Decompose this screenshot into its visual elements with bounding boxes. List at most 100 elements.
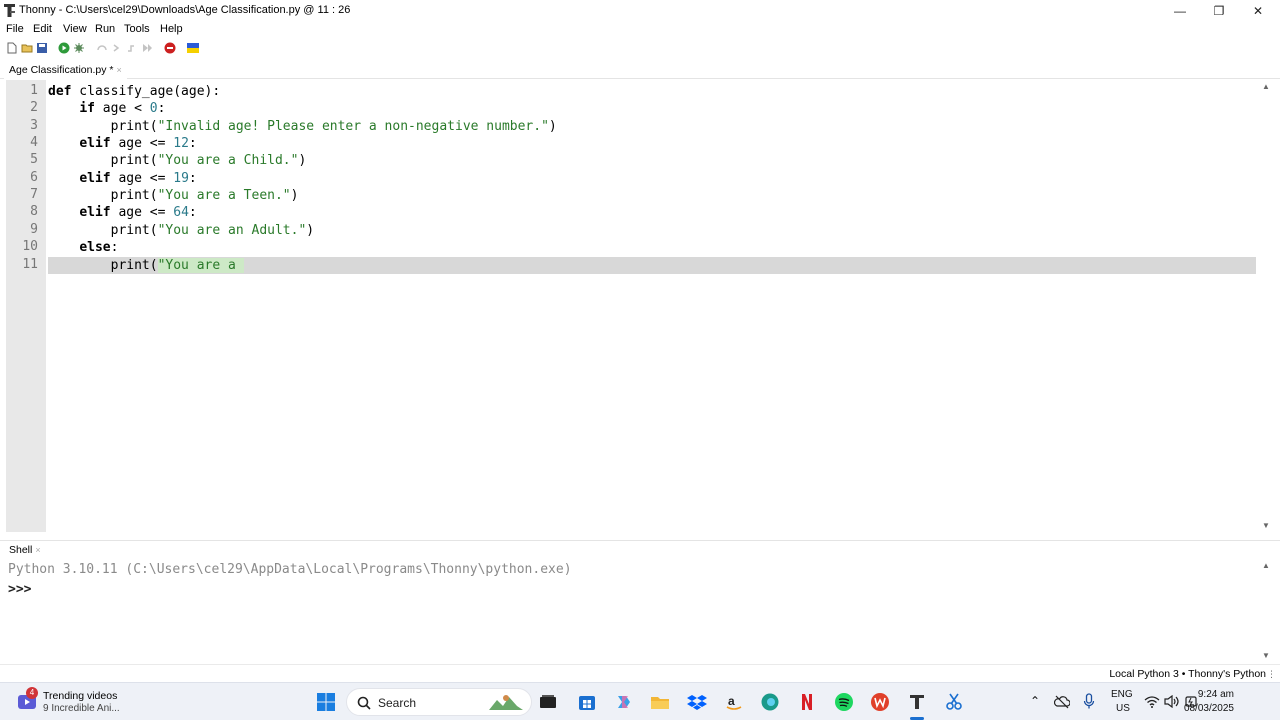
ukraine-flag-icon[interactable] <box>187 42 199 54</box>
clock-date[interactable]: 08/03/2025 <box>1184 703 1234 714</box>
code-line: if age < 0: <box>79 101 166 116</box>
volume-icon[interactable] <box>1164 695 1180 708</box>
menu-help[interactable]: Help <box>160 23 183 35</box>
close-button[interactable]: ✕ <box>1238 0 1278 21</box>
shell-prompt[interactable]: >>> <box>8 582 31 597</box>
minimize-button[interactable]: — <box>1160 0 1200 21</box>
scroll-up-arrow-icon[interactable]: ▲ <box>1262 561 1270 570</box>
editor-tab-strip: Age Classification.py * × <box>0 61 1280 79</box>
restore-button[interactable]: ❐ <box>1199 0 1239 21</box>
code-editor[interactable]: 1 2 3 4 5 6 7 8 9 10 11 def classify_age… <box>0 80 1280 532</box>
window-title: Thonny - C:\Users\cel29\Downloads\Age Cl… <box>19 4 351 16</box>
windows-start-icon[interactable] <box>316 692 336 712</box>
code-line: else: <box>79 240 119 255</box>
language-top[interactable]: ENG <box>1111 689 1133 700</box>
thonny-app-icon <box>4 4 15 17</box>
toolbar <box>0 40 1280 58</box>
close-icon: ✕ <box>1252 3 1264 18</box>
widgets-button[interactable]: 4 Trending videos 9 Incredible Ani... <box>16 687 126 717</box>
tab-close-icon[interactable]: × <box>116 65 121 75</box>
line-number: 5 <box>30 152 38 167</box>
scroll-down-arrow-icon[interactable]: ▼ <box>1262 521 1270 530</box>
menu-tools[interactable]: Tools <box>124 23 150 35</box>
dropbox-icon[interactable] <box>687 692 707 712</box>
code-line: print("You are a Teen.") <box>48 188 299 203</box>
widget-subtitle: 9 Incredible Ani... <box>43 703 120 714</box>
snipping-tool-icon[interactable] <box>944 692 964 712</box>
open-file-icon[interactable] <box>21 42 33 54</box>
line-number: 10 <box>22 239 38 254</box>
line-number: 7 <box>30 187 38 202</box>
microsoft-store-icon[interactable] <box>577 692 597 712</box>
task-view-icon[interactable] <box>538 692 558 712</box>
code-text[interactable]: def classify_age(age): if age < 0: print… <box>48 80 1256 532</box>
code-line: print("You are a Child.") <box>48 153 307 168</box>
line-number: 4 <box>30 135 38 150</box>
line-number: 8 <box>30 204 38 219</box>
menu-run[interactable]: Run <box>95 23 115 35</box>
restore-icon: ❐ <box>1213 3 1225 18</box>
line-number: 11 <box>22 257 38 272</box>
notification-badge: 4 <box>26 687 38 699</box>
status-bar: Local Python 3 • Thonny's Python ⋮ <box>0 664 1280 682</box>
netflix-icon[interactable] <box>797 692 817 712</box>
onedrive-offline-icon[interactable] <box>1054 695 1070 709</box>
line-number: 6 <box>30 170 38 185</box>
save-icon[interactable] <box>36 42 48 54</box>
copilot-icon[interactable] <box>614 692 634 712</box>
shell-banner: Python 3.10.11 (C:\Users\cel29\AppData\L… <box>8 562 572 577</box>
search-icon <box>357 696 371 710</box>
scroll-up-arrow-icon[interactable]: ▲ <box>1262 82 1270 91</box>
stop-icon[interactable] <box>164 42 176 54</box>
menu-file[interactable]: File <box>6 23 24 35</box>
line-number: 9 <box>30 222 38 237</box>
step-out-icon <box>128 45 134 52</box>
spotify-icon[interactable] <box>834 692 854 712</box>
line-number: 2 <box>30 100 38 115</box>
amazon-icon[interactable]: a <box>724 692 744 712</box>
shell-tab[interactable]: Shell × <box>4 544 46 556</box>
interpreter-selector[interactable]: Local Python 3 • Thonny's Python <box>1109 668 1266 680</box>
scroll-down-arrow-icon[interactable]: ▼ <box>1262 651 1270 660</box>
shell-panel[interactable]: Python 3.10.11 (C:\Users\cel29\AppData\L… <box>0 559 1280 663</box>
title-bar: Thonny - C:\Users\cel29\Downloads\Age Cl… <box>0 0 1280 21</box>
search-highlight-icon <box>489 695 523 710</box>
code-line: print("Invalid age! Please enter a non-n… <box>48 119 557 134</box>
wps-office-icon[interactable] <box>870 692 890 712</box>
run-icon[interactable] <box>58 42 70 54</box>
thonny-taskbar-icon[interactable] <box>907 692 927 712</box>
wifi-icon[interactable] <box>1144 695 1160 708</box>
code-line: def classify_age(age): <box>48 84 221 99</box>
line-number: 3 <box>30 118 38 133</box>
resize-grip-icon[interactable]: ⋮ <box>1267 669 1276 680</box>
menu-view[interactable]: View <box>63 23 87 35</box>
tab-close-icon[interactable]: × <box>35 545 40 555</box>
clock-time[interactable]: 9:24 am <box>1198 689 1234 700</box>
code-line: elif age <= 19: <box>79 171 197 186</box>
code-line: print("You are an Adult.") <box>48 223 315 238</box>
step-into-icon <box>113 44 120 52</box>
editor-tab[interactable]: Age Classification.py * × <box>4 61 127 79</box>
code-line: elif age <= 64: <box>79 205 197 220</box>
minimize-icon: — <box>1174 3 1186 18</box>
microphone-icon[interactable] <box>1083 693 1095 710</box>
taskbar-search[interactable]: Search <box>346 688 532 716</box>
shell-tab-strip: Shell × <box>0 540 1280 558</box>
line-number: 1 <box>30 83 38 98</box>
svg-text:a: a <box>728 694 735 708</box>
shell-tab-label: Shell <box>9 544 33 556</box>
widget-title: Trending videos <box>43 690 118 702</box>
new-file-icon[interactable] <box>6 42 18 54</box>
language-bottom[interactable]: US <box>1116 703 1130 714</box>
search-label: Search <box>378 696 417 710</box>
debug-icon[interactable] <box>73 42 85 54</box>
code-line: print("You are a <box>48 258 244 273</box>
line-number-gutter: 1 2 3 4 5 6 7 8 9 10 11 <box>6 80 46 532</box>
editor-tab-label: Age Classification.py * <box>9 64 114 76</box>
menu-bar: File Edit View Run Tools Help <box>0 21 1280 38</box>
code-line: elif age <= 12: <box>79 136 197 151</box>
show-hidden-icons-chevron-icon[interactable]: ⌃ <box>1030 694 1040 708</box>
edge-browser-icon[interactable] <box>760 692 780 712</box>
file-explorer-icon[interactable] <box>650 692 670 712</box>
menu-edit[interactable]: Edit <box>33 23 52 35</box>
